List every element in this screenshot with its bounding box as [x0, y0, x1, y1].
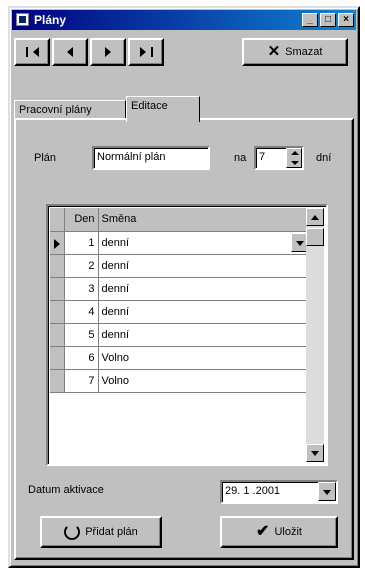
days-value: 7 [259, 151, 266, 163]
den-cell[interactable]: 1 [64, 231, 99, 255]
den-cell[interactable]: 2 [64, 254, 99, 278]
chevron-down-icon [295, 240, 304, 246]
shift-table: Den Směna 1 denní 2 denní 3 denní 4 denn… [50, 208, 311, 393]
column-header-den[interactable]: Den [64, 208, 99, 232]
days-spinner[interactable]: 7 [254, 146, 304, 170]
grid-header-row: Den Směna [50, 208, 311, 232]
den-cell[interactable]: 7 [64, 369, 99, 393]
refresh-icon [64, 524, 81, 540]
save-label: Uložit [274, 526, 302, 538]
row-indicator [50, 369, 65, 393]
minimize-button[interactable]: _ [302, 13, 318, 27]
smena-cell[interactable]: Volno [98, 346, 311, 370]
title-bar[interactable]: Plány _ □ × [12, 10, 356, 30]
delete-x-icon: ✕ [267, 43, 281, 60]
close-button[interactable]: × [338, 13, 354, 27]
table-row[interactable]: 6 Volno [50, 346, 311, 370]
smena-cell[interactable]: denní [98, 323, 311, 347]
window-title: Plány [34, 13, 67, 27]
tab-editace[interactable]: Editace [126, 96, 200, 122]
maximize-button[interactable]: □ [320, 13, 336, 27]
save-button[interactable]: ✔ Uložit [220, 516, 338, 548]
activation-date-value: 29. 1 .2001 [225, 485, 281, 497]
current-row-icon [54, 238, 60, 249]
tab-label: Pracovní plány [19, 104, 92, 116]
den-cell[interactable]: 4 [64, 300, 99, 324]
last-arrow-icon [139, 47, 146, 57]
tab-pracovni-plany[interactable]: Pracovní plány [14, 100, 126, 120]
add-plan-button[interactable]: Přidat plán [40, 516, 162, 548]
app-icon [16, 13, 29, 26]
smena-value: denní [101, 236, 130, 249]
first-record-button[interactable] [14, 38, 50, 66]
tab-label: Editace [131, 100, 168, 112]
table-row[interactable]: 4 denní [50, 300, 311, 324]
scroll-down-button[interactable] [306, 444, 324, 462]
smena-cell[interactable]: Volno [98, 369, 311, 393]
row-indicator [50, 231, 65, 255]
first-arrow-icon [32, 47, 39, 57]
grid-vertical-scrollbar[interactable] [306, 208, 324, 462]
row-indicator [50, 323, 65, 347]
activation-date-picker[interactable]: 29. 1 .2001 [220, 480, 338, 504]
column-header-smena[interactable]: Směna [98, 208, 311, 232]
plany-window: Plány _ □ × ✕ Smazat Pracovní plány Edit… [8, 6, 360, 568]
den-cell[interactable]: 5 [64, 323, 99, 347]
den-cell[interactable]: 3 [64, 277, 99, 301]
activation-date-label: Datum aktivace [28, 484, 104, 496]
smena-cell[interactable]: denní [98, 277, 311, 301]
scroll-up-button[interactable] [306, 208, 324, 226]
days-unit-label: dní [316, 152, 332, 164]
chevron-down-icon [323, 490, 331, 495]
smena-cell[interactable]: denní [98, 254, 311, 278]
spin-up-icon [291, 151, 299, 155]
first-bar-icon [25, 47, 28, 57]
prev-arrow-icon [67, 47, 73, 57]
table-row[interactable]: 1 denní [50, 231, 311, 255]
arrow-up-icon [311, 215, 319, 220]
smena-cell[interactable]: denní [98, 300, 311, 324]
table-row[interactable]: 2 denní [50, 254, 311, 278]
next-record-button[interactable] [90, 38, 126, 66]
editace-panel: Plán Normální plán na 7 dní Den Směna 1 [14, 118, 354, 560]
row-indicator [50, 254, 65, 278]
table-row[interactable]: 3 denní [50, 277, 311, 301]
row-indicator [50, 277, 65, 301]
header-indicator [50, 208, 65, 232]
spin-down-icon [291, 161, 299, 165]
plan-label: Plán [34, 152, 57, 164]
row-indicator [50, 346, 65, 370]
row-indicator [50, 300, 65, 324]
prev-record-button[interactable] [52, 38, 88, 66]
den-cell[interactable]: 6 [64, 346, 99, 370]
add-plan-label: Přidat plán [85, 526, 138, 538]
last-record-button[interactable] [128, 38, 164, 66]
plan-name-field[interactable]: Normální plán [92, 146, 210, 170]
arrow-down-icon [311, 451, 319, 456]
table-row[interactable]: 5 denní [50, 323, 311, 347]
date-dropdown-button[interactable] [318, 482, 336, 501]
delete-label: Smazat [285, 46, 323, 58]
scroll-thumb[interactable] [306, 228, 324, 246]
smena-combo-cell[interactable]: denní [98, 231, 311, 255]
shift-grid[interactable]: Den Směna 1 denní 2 denní 3 denní 4 denn… [46, 204, 328, 466]
next-arrow-icon [105, 47, 111, 57]
spin-buttons[interactable] [286, 148, 302, 168]
delete-button[interactable]: ✕ Smazat [242, 38, 348, 66]
checkmark-icon: ✔ [256, 523, 270, 540]
na-label: na [234, 152, 247, 164]
table-row[interactable]: 7 Volno [50, 369, 311, 393]
last-bar-icon [150, 47, 153, 57]
